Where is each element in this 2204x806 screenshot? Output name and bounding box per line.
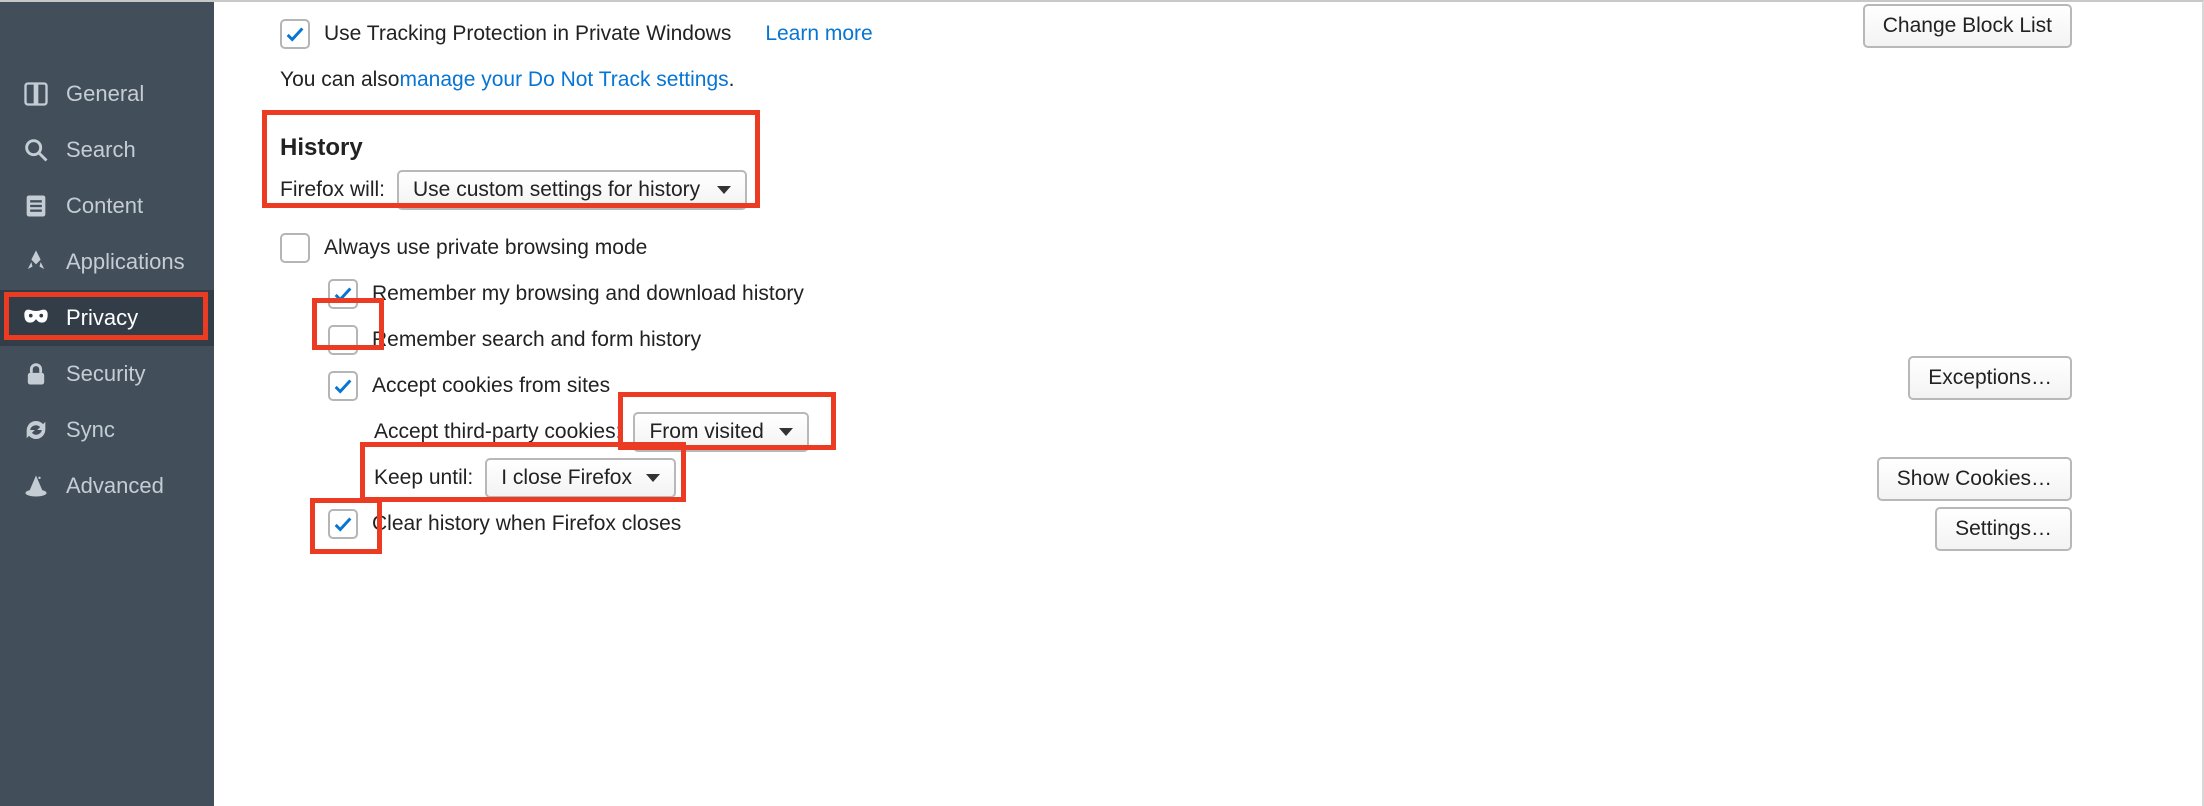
sidebar-item-label: Search xyxy=(66,137,136,163)
preferences-panel: Use Tracking Protection in Private Windo… xyxy=(214,2,2202,806)
sidebar-item-label: Privacy xyxy=(66,305,138,331)
accept-cookies-label: Accept cookies from sites xyxy=(372,374,610,398)
keep-until-value: I close Firefox xyxy=(501,466,632,490)
chevron-down-icon xyxy=(779,428,793,436)
remember-browsing-label: Remember my browsing and download histor… xyxy=(372,282,804,306)
document-icon xyxy=(22,192,50,220)
always-private-checkbox[interactable] xyxy=(280,233,310,263)
clear-on-close-row: Clear history when Firefox closes Settin… xyxy=(328,504,2174,544)
general-icon xyxy=(22,80,50,108)
tracking-protection-label: Use Tracking Protection in Private Windo… xyxy=(324,22,731,46)
remember-browsing-row: Remember my browsing and download histor… xyxy=(328,274,2174,314)
tracking-protection-row: Use Tracking Protection in Private Windo… xyxy=(280,14,2174,54)
sidebar-item-advanced[interactable]: Advanced xyxy=(0,458,214,514)
show-cookies-button[interactable]: Show Cookies… xyxy=(1877,457,2072,501)
keep-until-label: Keep until: xyxy=(374,466,473,490)
third-party-row: Accept third-party cookies: From visited xyxy=(374,412,2174,452)
history-heading: History xyxy=(280,134,2174,162)
rocket-icon xyxy=(22,248,50,276)
sidebar-item-content[interactable]: Content xyxy=(0,178,214,234)
lock-icon xyxy=(22,360,50,388)
sidebar-item-label: Security xyxy=(66,361,145,387)
cookie-exceptions-button[interactable]: Exceptions… xyxy=(1908,356,2072,400)
chevron-down-icon xyxy=(646,474,660,482)
keep-until-select[interactable]: I close Firefox xyxy=(485,458,676,498)
sidebar-item-label: Applications xyxy=(66,249,185,275)
chevron-down-icon xyxy=(717,186,731,194)
dnt-link[interactable]: manage your Do Not Track settings xyxy=(400,68,729,92)
remember-search-checkbox[interactable] xyxy=(328,325,358,355)
sidebar-item-privacy[interactable]: Privacy xyxy=(0,290,214,346)
history-mode-select[interactable]: Use custom settings for history xyxy=(397,170,747,210)
remember-search-row: Remember search and form history xyxy=(328,320,2174,360)
mask-icon xyxy=(22,304,50,332)
dnt-row: You can also manage your Do Not Track se… xyxy=(280,60,2174,100)
sidebar-item-label: Sync xyxy=(66,417,115,443)
dnt-prefix: You can also xyxy=(280,68,400,92)
keep-until-row: Keep until: I close Firefox Show Cookies… xyxy=(374,458,2174,498)
dnt-suffix: . xyxy=(729,68,735,92)
sidebar-item-general[interactable]: General xyxy=(0,66,214,122)
sync-icon xyxy=(22,416,50,444)
clear-on-close-checkbox[interactable] xyxy=(328,509,358,539)
sidebar-item-label: Content xyxy=(66,193,143,219)
sidebar-item-label: Advanced xyxy=(66,473,164,499)
search-icon xyxy=(22,136,50,164)
remember-browsing-checkbox[interactable] xyxy=(328,279,358,309)
history-mode-row: Firefox will: Use custom settings for hi… xyxy=(280,170,2174,210)
history-will-label: Firefox will: xyxy=(280,178,385,202)
always-private-row: Always use private browsing mode xyxy=(280,228,2174,268)
wizard-hat-icon xyxy=(22,472,50,500)
history-mode-value: Use custom settings for history xyxy=(413,178,700,202)
accept-cookies-row: Accept cookies from sites Exceptions… xyxy=(328,366,2174,406)
accept-cookies-checkbox[interactable] xyxy=(328,371,358,401)
sidebar-item-applications[interactable]: Applications xyxy=(0,234,214,290)
third-party-value: From visited xyxy=(649,420,763,444)
remember-search-label: Remember search and form history xyxy=(372,328,701,352)
sidebar-item-label: General xyxy=(66,81,144,107)
change-block-list-button[interactable]: Change Block List xyxy=(1863,4,2072,48)
preferences-sidebar: General Search Content Applications Priv… xyxy=(0,2,214,806)
clear-on-close-label: Clear history when Firefox closes xyxy=(372,512,681,536)
clear-settings-button[interactable]: Settings… xyxy=(1935,507,2072,551)
sidebar-item-search[interactable]: Search xyxy=(0,122,214,178)
sidebar-item-security[interactable]: Security xyxy=(0,346,214,402)
always-private-label: Always use private browsing mode xyxy=(324,236,647,260)
sidebar-item-sync[interactable]: Sync xyxy=(0,402,214,458)
third-party-select[interactable]: From visited xyxy=(633,412,809,452)
tracking-protection-checkbox[interactable] xyxy=(280,19,310,49)
third-party-label: Accept third-party cookies: xyxy=(374,420,621,444)
learn-more-link[interactable]: Learn more xyxy=(765,22,872,46)
